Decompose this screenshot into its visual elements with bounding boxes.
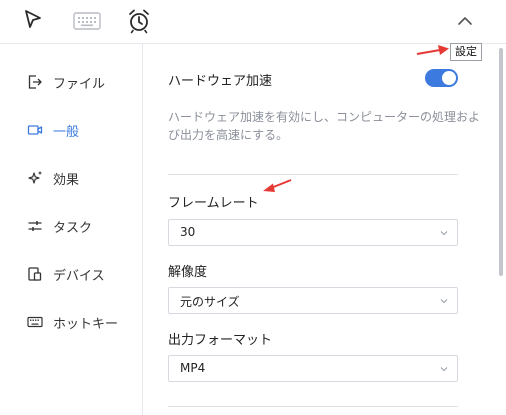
top-toolbar	[0, 0, 506, 44]
keyboard-icon	[26, 313, 44, 331]
sidebar-item-devices[interactable]: デバイス	[26, 263, 105, 285]
settings-panel: ハードウェア加速 ハードウェア加速を有効にし、コンピューターの処理および出力を高…	[144, 44, 492, 415]
output-format-value: MP4	[180, 361, 206, 375]
chevron-down-icon	[440, 299, 448, 304]
hardware-acceleration-toggle[interactable]	[425, 69, 458, 87]
sidebar-item-label: ホットキー	[53, 316, 119, 332]
resolution-label: 解像度	[168, 265, 208, 280]
scrollbar-thumb[interactable]	[499, 48, 503, 276]
settings-sidebar: ファイル 一般 効果 タスク デバイス ホットキー	[0, 44, 143, 415]
frame-rate-value: 30	[180, 225, 196, 239]
frame-rate-select[interactable]: 30	[168, 219, 458, 246]
sidebar-item-tasks[interactable]: タスク	[26, 215, 92, 237]
sidebar-item-label: タスク	[53, 220, 93, 236]
sliders-icon	[26, 217, 44, 235]
sidebar-item-file[interactable]: ファイル	[26, 71, 105, 93]
sparkle-icon	[26, 169, 44, 187]
output-format-select[interactable]: MP4	[168, 355, 458, 382]
device-icon	[26, 265, 44, 283]
alarm-clock-icon[interactable]	[127, 8, 151, 38]
chevron-up-icon[interactable]	[455, 13, 475, 33]
chevron-down-icon	[440, 231, 448, 236]
sidebar-item-label: デバイス	[53, 268, 105, 284]
hardware-acceleration-label: ハードウェア加速	[168, 74, 273, 89]
sidebar-item-effects[interactable]: 効果	[26, 167, 79, 189]
hardware-acceleration-description: ハードウェア加速を有効にし、コンピューターの処理および出力を高速にする。	[168, 110, 481, 142]
frame-rate-label: フレームレート	[168, 196, 259, 211]
resolution-select[interactable]: 元のサイズ	[168, 287, 458, 314]
section-divider	[168, 406, 458, 407]
sidebar-item-hotkeys[interactable]: ホットキー	[26, 311, 118, 333]
keyboard-icon[interactable]	[73, 12, 101, 34]
pointer-icon[interactable]	[22, 8, 44, 36]
section-divider	[168, 174, 458, 175]
camera-icon	[26, 121, 44, 139]
output-format-label: 出力フォーマット	[168, 333, 273, 348]
file-export-icon	[26, 73, 44, 91]
sidebar-item-label: 一般	[53, 124, 80, 140]
toggle-knob	[442, 71, 456, 85]
resolution-value: 元のサイズ	[180, 295, 240, 309]
scrollbar[interactable]	[497, 44, 506, 415]
sidebar-item-label: 効果	[53, 172, 80, 188]
sidebar-item-label: ファイル	[53, 76, 106, 92]
sidebar-item-general[interactable]: 一般	[26, 119, 79, 141]
chevron-down-icon	[440, 367, 448, 372]
